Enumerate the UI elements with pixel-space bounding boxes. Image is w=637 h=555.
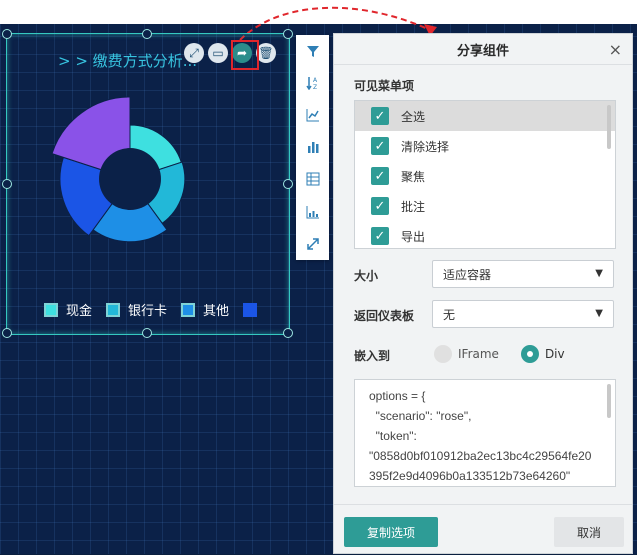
menu-item-list[interactable]: ✓ 全选 ✓ 清除选择 ✓ 聚焦 ✓ 批注 ✓ 导出 <box>354 100 616 249</box>
resize-handle[interactable] <box>142 328 152 338</box>
stacked-chart-icon[interactable] <box>296 195 329 227</box>
size-select[interactable]: 适应容器 ▼ <box>432 260 614 288</box>
checkbox-checked-icon[interactable]: ✓ <box>371 227 389 245</box>
back-dashboard-select[interactable]: 无 ▼ <box>432 300 614 328</box>
resize-handle[interactable] <box>142 29 152 39</box>
checkbox-checked-icon[interactable]: ✓ <box>371 167 389 185</box>
comment-icon[interactable]: ▭ <box>208 43 228 63</box>
menu-item-label: 聚焦 <box>401 169 426 184</box>
rose-chart <box>51 96 186 243</box>
close-icon[interactable]: × <box>609 40 622 59</box>
checkbox-checked-icon[interactable]: ✓ <box>371 107 389 125</box>
legend-item[interactable] <box>243 302 265 317</box>
checkbox-checked-icon[interactable]: ✓ <box>371 197 389 215</box>
legend-item[interactable]: 现金 <box>44 300 92 319</box>
widget-actions: ⤢ ▭ ➦ 🗑 <box>184 43 276 63</box>
sort-icon[interactable]: AZ <box>296 67 329 99</box>
resize-handle[interactable] <box>2 29 12 39</box>
cancel-button[interactable]: 取消 <box>554 517 624 547</box>
legend-swatch <box>243 302 258 317</box>
code-line: options = { <box>369 389 426 403</box>
back-dashboard-value: 无 <box>443 307 456 322</box>
svg-text:A: A <box>313 77 318 84</box>
legend-label: 其他 <box>203 304 230 319</box>
widget-title: > > 缴费方式分析... <box>58 52 197 70</box>
bar-chart-icon[interactable] <box>296 131 329 163</box>
radio-checked-icon[interactable] <box>520 345 539 363</box>
scrollbar[interactable] <box>607 384 611 418</box>
legend-label: 现金 <box>66 304 93 319</box>
radio-label: IFrame <box>458 347 499 361</box>
scrollbar[interactable] <box>607 105 611 149</box>
dialog-title: 分享组件 <box>456 43 509 59</box>
resize-handle[interactable] <box>283 179 293 189</box>
dialog-header: 分享组件 × <box>334 34 632 65</box>
menu-item-label: 批注 <box>401 199 426 214</box>
code-line: "scenario": "rose", <box>369 409 472 423</box>
dialog-footer: 复制选项 取消 <box>334 504 632 555</box>
legend-swatch <box>181 302 196 317</box>
embed-label: 嵌入到 <box>354 349 391 363</box>
legend-item[interactable]: 其他 <box>181 300 229 319</box>
share-highlight-box <box>231 40 259 70</box>
chart-legend: 现金 银行卡 其他 <box>44 300 279 319</box>
embed-radio-group: IFrame Div <box>434 345 587 363</box>
code-line: "token": <box>369 429 417 443</box>
chevron-down-icon: ▼ <box>595 308 603 319</box>
pie-hole <box>99 148 161 210</box>
legend-item[interactable]: 银行卡 <box>106 300 167 319</box>
expand-icon[interactable] <box>296 228 329 260</box>
menu-item-clear-selection[interactable]: ✓ 清除选择 <box>355 131 615 161</box>
menu-item-export[interactable]: ✓ 导出 <box>355 221 615 248</box>
embed-code-textarea[interactable]: options = { "scenario": "rose", "token":… <box>354 379 616 487</box>
radio-div[interactable]: Div <box>520 345 565 363</box>
size-select-value: 适应容器 <box>443 267 492 282</box>
svg-text:Z: Z <box>313 84 317 90</box>
radio-iframe[interactable]: IFrame <box>434 345 499 363</box>
legend-swatch <box>106 302 121 317</box>
menu-item-focus[interactable]: ✓ 聚焦 <box>355 161 615 191</box>
legend-swatch <box>44 302 58 317</box>
chevron-down-icon: ▼ <box>595 268 603 279</box>
resize-handle[interactable] <box>2 179 12 189</box>
expand-icon[interactable]: ⤢ <box>184 43 204 63</box>
filter-icon[interactable] <box>296 35 329 67</box>
radio-label: Div <box>544 347 565 361</box>
menu-item-label: 清除选择 <box>401 139 450 154</box>
code-line: "0858d0bf010912ba2ec13bc4c29564fe20395f2… <box>369 449 592 483</box>
back-dashboard-label: 返回仪表板 <box>354 309 415 323</box>
widget-toolbar: AZ <box>296 35 329 260</box>
size-label: 大小 <box>354 269 379 283</box>
top-bar <box>0 0 637 24</box>
resize-handle[interactable] <box>283 328 293 338</box>
resize-handle[interactable] <box>283 29 293 39</box>
visible-menu-label: 可见菜单项 <box>354 79 415 93</box>
legend-label: 银行卡 <box>128 304 168 319</box>
menu-item-label: 导出 <box>401 229 426 244</box>
delete-icon[interactable]: 🗑 <box>256 43 276 63</box>
table-icon[interactable] <box>296 163 329 195</box>
menu-item-annotate[interactable]: ✓ 批注 <box>355 191 615 221</box>
share-dialog: 分享组件 × 可见菜单项 ✓ 全选 ✓ 清除选择 ✓ 聚焦 ✓ 批注 ✓ 导出 … <box>333 33 633 554</box>
radio-unchecked-icon[interactable] <box>434 345 452 363</box>
menu-item-label: 全选 <box>401 109 426 124</box>
copy-options-button[interactable]: 复制选项 <box>344 517 438 547</box>
resize-handle[interactable] <box>2 328 12 338</box>
line-chart-icon[interactable] <box>296 99 329 131</box>
menu-item-select-all[interactable]: ✓ 全选 <box>355 101 615 131</box>
checkbox-checked-icon[interactable]: ✓ <box>371 137 389 155</box>
